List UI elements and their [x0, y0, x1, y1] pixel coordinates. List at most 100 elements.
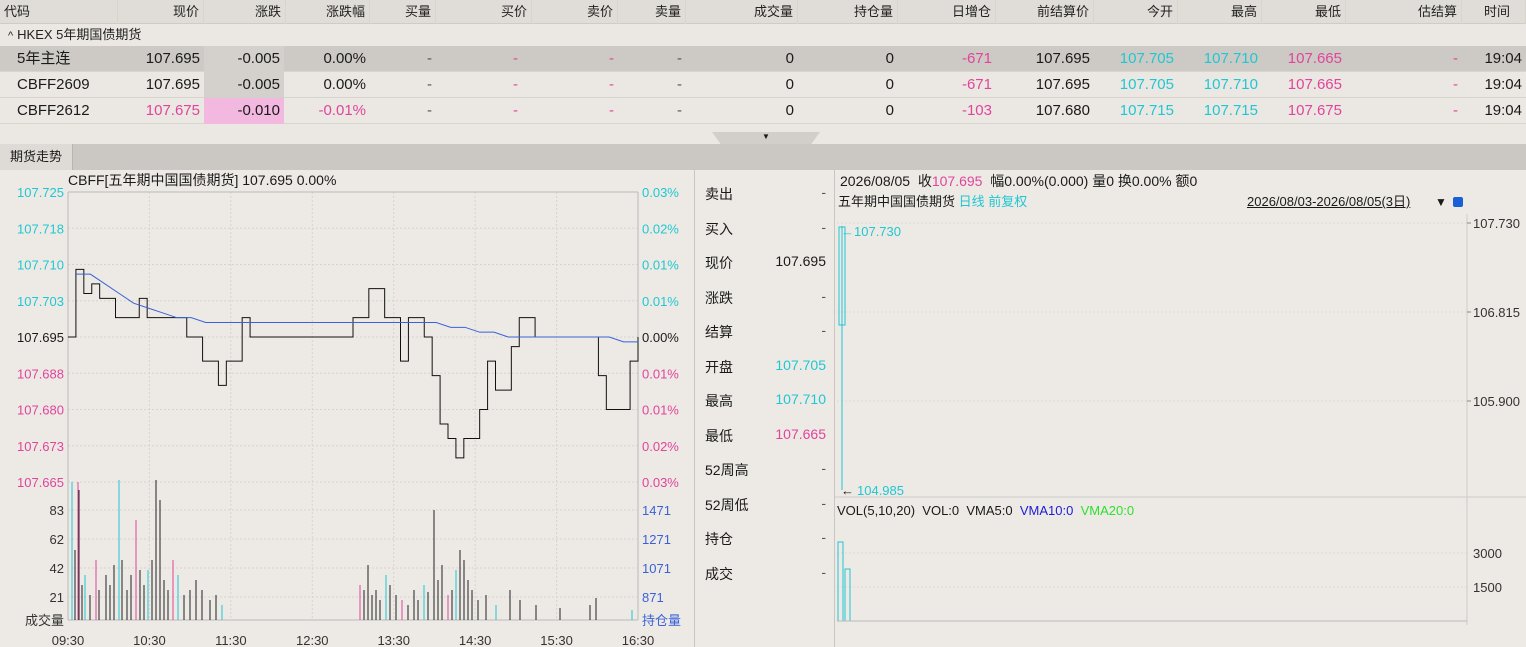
cell-low: 107.665: [1287, 76, 1342, 93]
info-label: 现价: [705, 255, 733, 271]
cell-time: 19:04: [1484, 102, 1522, 119]
oi-tick-label: 1471: [642, 503, 671, 518]
vol-legend-vma20: VMA20:0: [1080, 503, 1135, 518]
cell-code: CBFF2609: [17, 76, 90, 93]
kline-y-tick-label: 105.900: [1473, 394, 1520, 409]
info-value: 107.710: [775, 391, 826, 407]
col-est-settle[interactable]: 估结算: [1346, 0, 1462, 24]
quote-row[interactable]: CBFF2609 107.695 -0.005 0.00% - - - -0 0 -671 107.…: [0, 72, 1526, 98]
col-high[interactable]: 最高: [1178, 0, 1262, 24]
vol-tick-label: 83: [50, 503, 64, 518]
vol-legend-title: VOL(5,10,20): [837, 503, 916, 518]
time-tick-label: 12:30: [296, 633, 329, 647]
cell-volume: 0: [785, 76, 794, 93]
cell-time: 19:04: [1484, 76, 1522, 93]
cell-est-settle: -: [1453, 50, 1458, 67]
splitter-bar[interactable]: ▼: [0, 126, 1526, 144]
time-tick-label: 16:30: [622, 633, 655, 647]
col-ask-vol[interactable]: 卖量: [618, 0, 686, 24]
info-value: -: [821, 460, 826, 476]
pct-tick-label: 0.01%: [642, 403, 679, 418]
cell-ask: -: [609, 102, 614, 119]
col-open[interactable]: 今开: [1094, 0, 1178, 24]
cell-bid-vol: -: [427, 76, 432, 93]
quote-row[interactable]: CBFF2612 107.675 -0.010 -0.01% - - - -0 0 -103 107…: [0, 98, 1526, 124]
cell-ask: -: [609, 50, 614, 67]
group-label: HKEX 5年期国债期货: [17, 27, 142, 42]
col-change[interactable]: 涨跌: [204, 0, 286, 24]
price-tick-label: 107.725: [17, 185, 64, 200]
info-label: 涨跌: [705, 289, 733, 306]
group-row[interactable]: ^ HKEX 5年期国债期货: [0, 24, 1526, 46]
cell-ask: -: [609, 76, 614, 93]
col-time[interactable]: 时间: [1462, 0, 1526, 24]
cell-pct: 0.00%: [323, 76, 366, 93]
cell-oi: 0: [885, 102, 894, 119]
vol-tick-label: 62: [50, 532, 64, 547]
cell-est-settle: -: [1453, 102, 1458, 119]
cell-high: 107.710: [1203, 76, 1258, 93]
cell-bid: -: [513, 50, 518, 67]
price-tick-label: 107.695: [17, 330, 64, 345]
time-tick-label: 15:30: [540, 633, 573, 647]
vol-tick-label: 21: [50, 590, 64, 605]
collapse-caret-icon[interactable]: ^: [8, 25, 13, 47]
tab-futures-trend[interactable]: 期货走势: [0, 144, 74, 170]
cell-code: CBFF2612: [17, 102, 90, 119]
cell-volume: 0: [785, 50, 794, 67]
oi-tick-label: 871: [642, 590, 664, 605]
cell-open: 107.705: [1119, 50, 1174, 67]
col-volume[interactable]: 成交量: [686, 0, 798, 24]
col-pct[interactable]: 涨跌幅: [286, 0, 370, 24]
col-bid-vol[interactable]: 买量: [370, 0, 436, 24]
cell-ask-vol: -: [677, 50, 682, 67]
intraday-chart-panel[interactable]: CBFF[五年期中国国债期货] 107.695 0.00% 107.725 0.0…: [0, 170, 695, 647]
col-bid[interactable]: 买价: [436, 0, 532, 24]
cell-low: 107.665: [1287, 50, 1342, 67]
quote-row[interactable]: 5年主连 107.695 -0.005 0.00% - - - -0 0 -671 107.695 1…: [0, 46, 1526, 72]
col-price[interactable]: 现价: [118, 0, 204, 24]
tab-bar: 期货走势: [0, 144, 1526, 170]
info-label: 52周高: [705, 462, 749, 478]
price-tick-label: 107.710: [17, 258, 64, 273]
vol-legend-vol: VOL:0: [922, 503, 960, 518]
cell-time: 19:04: [1484, 50, 1522, 67]
intraday-chart[interactable]: 107.725 0.03% 107.718 0.02% 107.710 0.01% 107.…: [0, 170, 695, 647]
col-code[interactable]: 代码: [0, 0, 118, 24]
cell-oi-chg: -671: [961, 76, 992, 93]
cell-oi: 0: [885, 50, 894, 67]
cell-volume: 0: [785, 102, 794, 119]
col-oi[interactable]: 持仓量: [798, 0, 898, 24]
col-low[interactable]: 最低: [1262, 0, 1346, 24]
pct-tick-label: 0.02%: [642, 439, 679, 454]
cell-code: 5年主连: [17, 50, 71, 67]
pct-tick-label: 0.03%: [642, 475, 679, 490]
col-oi-chg[interactable]: 日增仓: [898, 0, 996, 24]
vol-legend: VOL(5,10,20) VOL:0 VMA5:0 VMA10:0 VMA20:…: [837, 503, 1134, 519]
cell-bid-vol: -: [427, 50, 432, 67]
time-tick-label: 10:30: [133, 633, 166, 647]
info-label: 52周低: [705, 496, 749, 513]
kline-chart-panel[interactable]: 2026/08/05 收107.695 幅0.00%(0.000) 量0 换0.…: [835, 170, 1526, 647]
pct-tick-label: 0.03%: [642, 185, 679, 200]
info-value: -: [821, 287, 826, 304]
cell-open: 107.705: [1119, 76, 1174, 93]
vol-tick-label: 42: [50, 561, 64, 576]
kline-vol-tick: 3000: [1473, 546, 1502, 561]
time-tick-label: 11:30: [215, 633, 247, 647]
cell-bid: -: [513, 102, 518, 119]
vol-axis-label: 成交量: [25, 613, 64, 628]
col-prev-settle[interactable]: 前结算价: [996, 0, 1094, 24]
quote-table-header: 代码 现价 涨跌 涨跌幅 买量 买价 卖价 卖量 成交量 持仓量 日增仓 前结算…: [0, 0, 1526, 24]
kline-min-arrow: ←: [841, 483, 854, 498]
cell-change: -0.005: [204, 72, 284, 98]
kline-vol-bar: [844, 568, 851, 622]
triangle-down-icon: ▼: [762, 132, 770, 141]
col-ask[interactable]: 卖价: [532, 0, 618, 24]
info-label: 最高: [705, 393, 733, 409]
oi-tick-label: 1071: [642, 561, 671, 576]
cell-price: 107.695: [145, 76, 200, 93]
kline-chart[interactable]: 107.730 106.815 105.900 ←107.730 ← 104.985 300…: [835, 170, 1526, 647]
cell-est-settle: -: [1453, 76, 1458, 93]
info-label: 结算: [705, 324, 733, 340]
